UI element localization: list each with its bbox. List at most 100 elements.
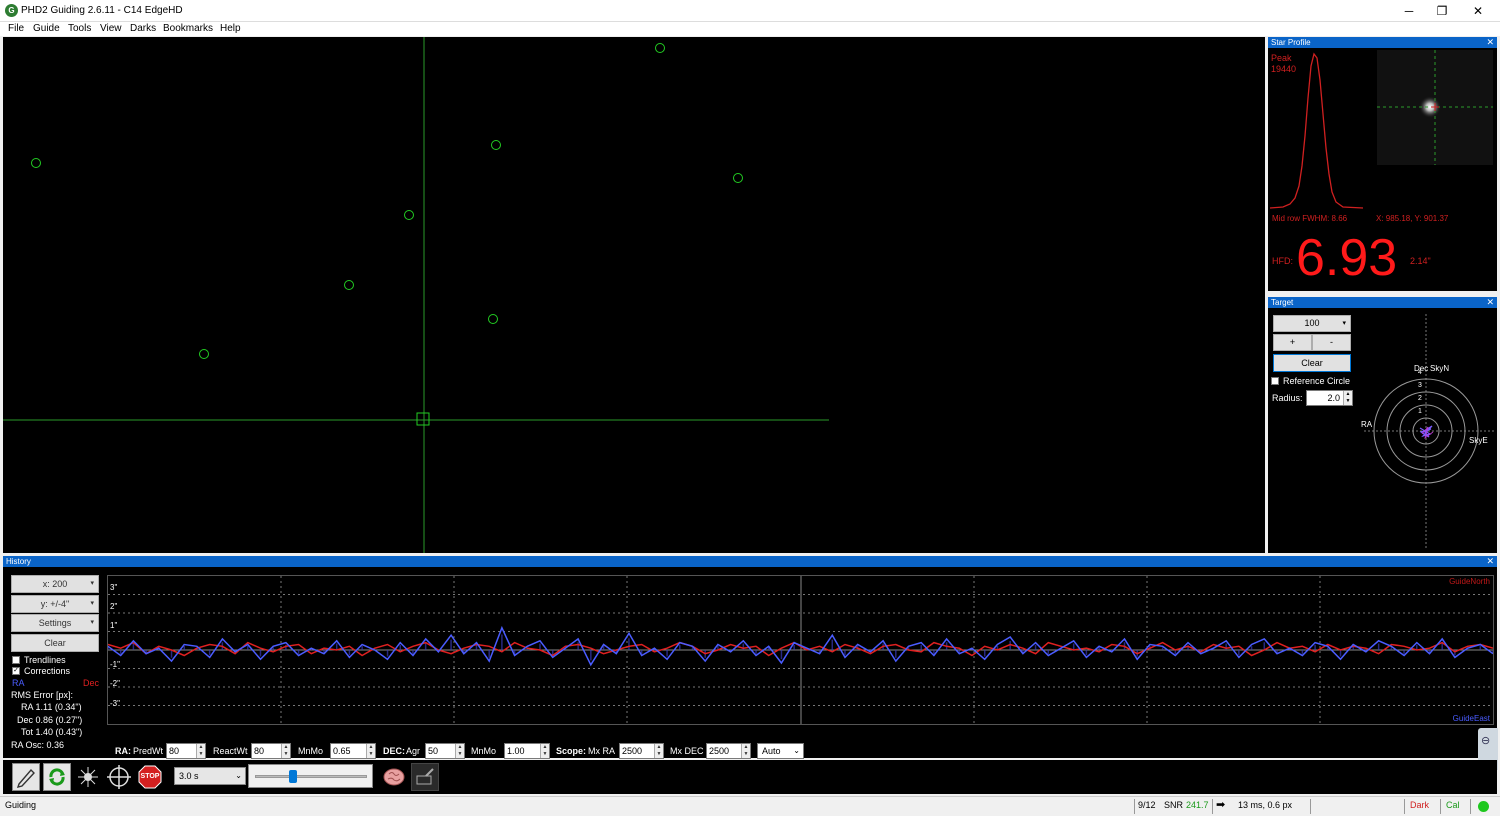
history-clear-button[interactable]: Clear <box>11 634 99 652</box>
slider-thumb[interactable] <box>289 770 297 783</box>
collapse-icon: ⊖ <box>1481 735 1491 747</box>
star-marker[interactable] <box>491 140 501 150</box>
star-marker[interactable] <box>344 280 354 290</box>
dec-mnmo-input[interactable]: 1.00 ▲ ▼ <box>504 743 550 759</box>
brain-settings-button[interactable] <box>380 763 408 791</box>
exposure-value: 3.0 s <box>179 771 199 781</box>
rms-tot: Tot 1.40 (0.43") <box>21 727 83 737</box>
skyn-axis-label: SkyN <box>1430 364 1450 373</box>
guide-graph[interactable]: 3" 2" 1" -1" -2" -3" GuideNorth GuideEas… <box>107 575 1494 725</box>
target-scale-dropdown[interactable]: 100 ▾ <box>1273 315 1351 332</box>
algorithm-mode-dropdown[interactable]: Auto ⌄ <box>757 743 804 759</box>
history-title: History <box>6 557 31 566</box>
reference-circle-label: Reference Circle <box>1283 376 1351 386</box>
star-profile-title-bar: Star Profile ✕ <box>1268 37 1497 48</box>
star-marker[interactable] <box>655 43 665 53</box>
predwt-label: PredWt <box>133 746 164 756</box>
status-separator <box>1212 799 1213 814</box>
status-snr-label: SNR <box>1164 800 1184 810</box>
mx-dec-value: 2500 <box>709 746 730 756</box>
menu-view[interactable]: View <box>100 23 122 34</box>
reference-circle-checkbox[interactable] <box>1271 377 1279 385</box>
spin-arrows-icon[interactable]: ▲ ▼ <box>741 744 750 758</box>
use-profile-button[interactable] <box>12 763 40 791</box>
spin-arrows-icon[interactable]: ▲ ▼ <box>366 744 375 758</box>
target-bullseye <box>1364 314 1494 548</box>
close-button[interactable]: ✕ <box>1460 0 1496 22</box>
target-clear-button[interactable]: Clear <box>1273 354 1351 372</box>
mx-ra-input[interactable]: 2500 ▲ ▼ <box>619 743 664 759</box>
spin-arrows-icon[interactable]: ▲ ▼ <box>281 744 290 758</box>
chevron-down-icon: ⌄ <box>793 746 800 755</box>
menu-guide[interactable]: Guide <box>33 23 60 34</box>
star-profile-close-icon[interactable]: ✕ <box>1486 37 1494 48</box>
menu-darks[interactable]: Darks <box>130 23 156 34</box>
chevron-down-icon: ▾ <box>90 580 94 587</box>
skye-axis-label: SkyE <box>1469 436 1488 445</box>
menu-help[interactable]: Help <box>220 23 241 34</box>
target-zoom-in-button[interactable]: + <box>1273 334 1312 351</box>
maximize-button[interactable]: ❐ <box>1424 0 1460 22</box>
status-pulse: 13 ms, 0.6 px <box>1238 800 1293 810</box>
ring-label: 3 <box>1418 382 1422 389</box>
dec-params-label: DEC: <box>383 746 405 756</box>
hfd-value: 6.93 <box>1296 229 1398 287</box>
history-close-icon[interactable]: ✕ <box>1486 556 1494 567</box>
menu-bookmarks[interactable]: Bookmarks <box>163 23 213 34</box>
auto-select-star-button[interactable] <box>74 763 102 791</box>
guide-north-label: GuideNorth <box>1449 577 1490 586</box>
guide-graph-svg <box>107 576 1494 724</box>
radius-input[interactable]: 2.0 ▲ ▼ <box>1306 390 1353 406</box>
menu-file[interactable]: File <box>8 23 24 34</box>
star-marker[interactable] <box>488 314 498 324</box>
history-title-bar: History ✕ <box>3 556 1497 567</box>
star-thumbnail <box>1377 50 1493 165</box>
mx-dec-input[interactable]: 2500 ▲ ▼ <box>706 743 751 759</box>
guide-star-box[interactable] <box>416 412 430 426</box>
minimize-button[interactable]: ─ <box>1391 0 1427 22</box>
guide-button[interactable] <box>105 763 133 791</box>
star-marker[interactable] <box>31 158 41 168</box>
ra-mnmo-input[interactable]: 0.65 ▲ ▼ <box>330 743 376 759</box>
menu-tools[interactable]: Tools <box>68 23 91 34</box>
history-settings-button[interactable]: Settings ▾ <box>11 614 99 632</box>
spin-arrows-icon[interactable]: ▲ ▼ <box>540 744 549 758</box>
gamma-slider[interactable] <box>248 764 373 788</box>
menu-bar: File Guide Tools View Darks Bookmarks He… <box>0 22 1500 36</box>
trendlines-checkbox[interactable] <box>12 656 20 664</box>
spin-arrows-icon[interactable]: ▲ ▼ <box>1343 391 1352 405</box>
y-tick-label: 2" <box>110 602 118 611</box>
stop-button[interactable]: STOP <box>136 763 164 791</box>
loop-button[interactable] <box>43 763 71 791</box>
camera-view[interactable] <box>3 37 1265 553</box>
star-marker[interactable] <box>404 210 414 220</box>
star-marker[interactable] <box>199 349 209 359</box>
corrections-checkbox[interactable]: ✓ <box>12 667 20 675</box>
status-separator <box>1134 799 1135 814</box>
target-zoom-out-button[interactable]: - <box>1312 334 1351 351</box>
ra-osc: RA Osc: 0.36 <box>11 740 65 750</box>
rms-dec: Dec 0.86 (0.27") <box>17 715 83 725</box>
corrections-label: Corrections <box>24 666 71 676</box>
spin-arrows-icon[interactable]: ▲ ▼ <box>196 744 205 758</box>
exposure-dropdown[interactable]: 3.0 s ⌄ <box>174 767 246 785</box>
star-marker[interactable] <box>733 173 743 183</box>
spin-arrows-icon[interactable]: ▲ ▼ <box>455 744 464 758</box>
star-profile-pane: Peak 19440 Mid row FWHM: 8.66 X: 985.18,… <box>1268 48 1497 291</box>
stop-label: STOP <box>140 773 160 780</box>
y-scale-dropdown[interactable]: y: +/-4" ▾ <box>11 595 99 613</box>
ra-legend: RA <box>12 678 25 688</box>
crosshair-target-icon <box>107 765 131 789</box>
y-scale-value: y: +/-4" <box>40 599 70 609</box>
dec-agr-input[interactable]: 50 ▲ ▼ <box>425 743 465 759</box>
ra-mnmo-value: 0.65 <box>333 746 351 756</box>
reactwt-input[interactable]: 80 ▲ ▼ <box>251 743 291 759</box>
x-scale-dropdown[interactable]: x: 200 ▾ <box>11 575 99 593</box>
predwt-input[interactable]: 80 ▲ ▼ <box>166 743 206 759</box>
equipment-button[interactable] <box>411 763 439 791</box>
target-close-icon[interactable]: ✕ <box>1486 297 1494 308</box>
ring-label: 4 <box>1418 369 1422 376</box>
y-tick-label: 3" <box>110 583 118 592</box>
spin-arrows-icon[interactable]: ▲ ▼ <box>654 744 663 758</box>
reactwt-value: 80 <box>254 746 265 756</box>
